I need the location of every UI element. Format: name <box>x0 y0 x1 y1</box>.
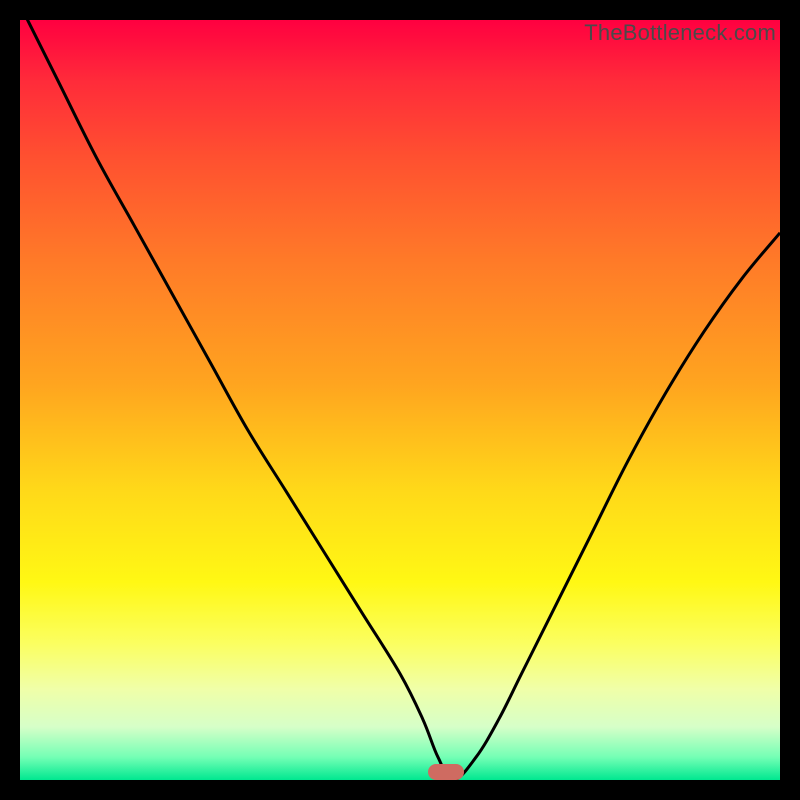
plot-area: TheBottleneck.com <box>20 20 780 780</box>
optimal-marker <box>428 764 464 780</box>
chart-frame: TheBottleneck.com <box>0 0 800 800</box>
bottleneck-curve <box>20 20 780 780</box>
